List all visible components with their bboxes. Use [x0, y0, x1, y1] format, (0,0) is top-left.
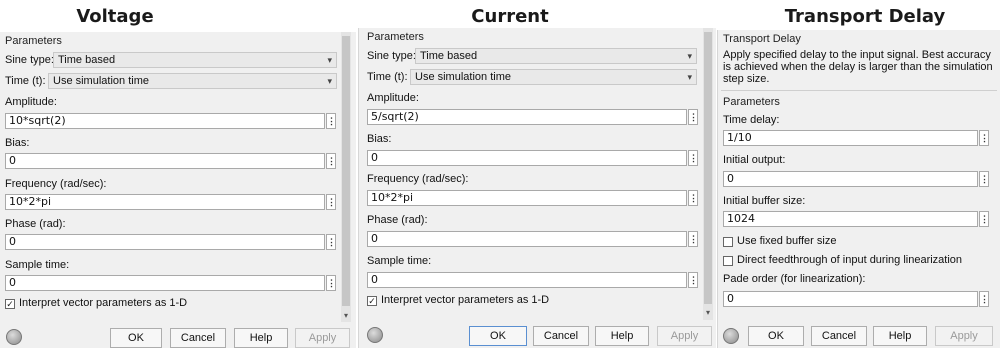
help-button[interactable]: Help	[234, 328, 288, 348]
vertical-scrollbar[interactable]: ▾	[703, 28, 713, 320]
bias-label: Bias:	[367, 133, 392, 145]
frequency-input[interactable]: 10*2*pi	[367, 190, 687, 206]
time-label: Time (t):	[367, 71, 408, 83]
time-value: Use simulation time	[415, 71, 511, 83]
direct-feedthrough-label: Direct feedthrough of input during linea…	[737, 254, 963, 266]
bias-input[interactable]: 0	[5, 153, 325, 169]
sine-type-select[interactable]: Time based ▾	[53, 52, 337, 68]
apply-button[interactable]: Apply	[295, 328, 350, 348]
parameters-title: Parameters	[723, 96, 780, 108]
sine-type-select[interactable]: Time based ▾	[415, 48, 697, 64]
time-select[interactable]: Use simulation time ▾	[48, 73, 337, 89]
sample-time-label: Sample time:	[5, 259, 70, 271]
help-icon[interactable]	[367, 327, 383, 343]
sine-type-value: Time based	[58, 54, 116, 66]
bias-input[interactable]: 0	[367, 150, 687, 166]
pade-order-menu-icon[interactable]: ⋮	[979, 291, 989, 307]
ok-button[interactable]: OK	[469, 326, 527, 346]
bias-label: Bias:	[5, 137, 30, 149]
interpret-label: Interpret vector parameters as 1-D	[381, 294, 550, 306]
cancel-button[interactable]: Cancel	[811, 326, 867, 346]
scrollbar-thumb[interactable]	[342, 36, 350, 306]
frequency-menu-icon[interactable]: ⋮	[326, 194, 336, 210]
section-divider	[721, 90, 997, 91]
sample-time-menu-icon[interactable]: ⋮	[688, 272, 698, 288]
phase-input[interactable]: 0	[367, 231, 687, 247]
amplitude-label: Amplitude:	[5, 96, 57, 108]
buffer-size-label: Initial buffer size:	[723, 195, 806, 207]
help-icon[interactable]	[6, 329, 22, 345]
frequency-input[interactable]: 10*2*pi	[5, 194, 325, 210]
pade-order-input[interactable]: 0	[723, 291, 978, 307]
cancel-button[interactable]: Cancel	[170, 328, 226, 348]
initial-output-label: Initial output:	[723, 154, 786, 166]
voltage-heading: Voltage	[76, 6, 154, 27]
bias-menu-icon[interactable]: ⋮	[688, 150, 698, 166]
ok-button[interactable]: OK	[110, 328, 162, 348]
amplitude-menu-icon[interactable]: ⋮	[326, 113, 336, 129]
scroll-down-icon[interactable]: ▾	[703, 308, 713, 318]
phase-label: Phase (rad):	[367, 214, 428, 226]
amplitude-label: Amplitude:	[367, 92, 419, 104]
time-delay-menu-icon[interactable]: ⋮	[979, 130, 989, 146]
scrollbar-thumb[interactable]	[704, 32, 712, 304]
sample-time-menu-icon[interactable]: ⋮	[326, 275, 336, 291]
sine-type-value: Time based	[420, 50, 478, 62]
phase-menu-icon[interactable]: ⋮	[326, 234, 336, 250]
phase-label: Phase (rad):	[5, 218, 66, 230]
ok-button[interactable]: OK	[748, 326, 804, 346]
transport-delay-heading: Transport Delay	[784, 6, 946, 27]
chevron-down-icon: ▾	[687, 51, 692, 61]
help-icon[interactable]	[723, 328, 739, 344]
frequency-label: Frequency (rad/sec):	[5, 178, 107, 190]
amplitude-input[interactable]: 10*sqrt(2)	[5, 113, 325, 129]
time-select[interactable]: Use simulation time ▾	[410, 69, 697, 85]
block-description: Apply specified delay to the input signa…	[723, 49, 993, 85]
time-label: Time (t):	[5, 75, 46, 87]
vertical-scrollbar[interactable]: ▾	[341, 32, 351, 322]
phase-input[interactable]: 0	[5, 234, 325, 250]
frequency-menu-icon[interactable]: ⋮	[688, 190, 698, 206]
fixed-buffer-checkbox[interactable]	[723, 237, 733, 247]
help-button[interactable]: Help	[873, 326, 927, 346]
sample-time-input[interactable]: 0	[5, 275, 325, 291]
chevron-down-icon: ▾	[327, 55, 332, 65]
interpret-checkbox[interactable]: ✓	[5, 299, 15, 309]
buffer-size-menu-icon[interactable]: ⋮	[979, 211, 989, 227]
fixed-buffer-label: Use fixed buffer size	[737, 235, 837, 247]
chevron-down-icon: ▾	[327, 76, 332, 86]
direct-feedthrough-checkbox[interactable]	[723, 256, 733, 266]
apply-button[interactable]: Apply	[657, 326, 712, 346]
current-dialog: Parameters Sine type: Time based ▾ Time …	[358, 28, 716, 348]
parameters-title: Parameters	[5, 35, 62, 47]
time-delay-input[interactable]: 1/10	[723, 130, 978, 146]
sample-time-input[interactable]: 0	[367, 272, 687, 288]
time-delay-label: Time delay:	[723, 114, 780, 126]
sine-type-label: Sine type:	[5, 54, 54, 66]
voltage-dialog: Parameters Sine type: Time based ▾ Time …	[0, 32, 356, 348]
pade-order-label: Pade order (for linearization):	[723, 273, 866, 285]
block-title: Transport Delay	[723, 33, 801, 45]
initial-output-menu-icon[interactable]: ⋮	[979, 171, 989, 187]
current-heading: Current	[471, 6, 549, 27]
help-button[interactable]: Help	[595, 326, 649, 346]
transport-delay-dialog: Transport Delay Apply specified delay to…	[717, 30, 1000, 348]
scroll-down-icon[interactable]: ▾	[341, 311, 351, 321]
parameters-title: Parameters	[367, 31, 424, 43]
sample-time-label: Sample time:	[367, 255, 432, 267]
phase-menu-icon[interactable]: ⋮	[688, 231, 698, 247]
apply-button[interactable]: Apply	[935, 326, 993, 346]
interpret-checkbox[interactable]: ✓	[367, 296, 377, 306]
sine-type-label: Sine type:	[367, 50, 416, 62]
bias-menu-icon[interactable]: ⋮	[326, 153, 336, 169]
initial-output-input[interactable]: 0	[723, 171, 978, 187]
buffer-size-input[interactable]: 1024	[723, 211, 978, 227]
interpret-label: Interpret vector parameters as 1-D	[19, 297, 188, 309]
amplitude-menu-icon[interactable]: ⋮	[688, 109, 698, 125]
frequency-label: Frequency (rad/sec):	[367, 173, 469, 185]
cancel-button[interactable]: Cancel	[533, 326, 589, 346]
chevron-down-icon: ▾	[687, 72, 692, 82]
time-value: Use simulation time	[53, 75, 149, 87]
amplitude-input[interactable]: 5/sqrt(2)	[367, 109, 687, 125]
